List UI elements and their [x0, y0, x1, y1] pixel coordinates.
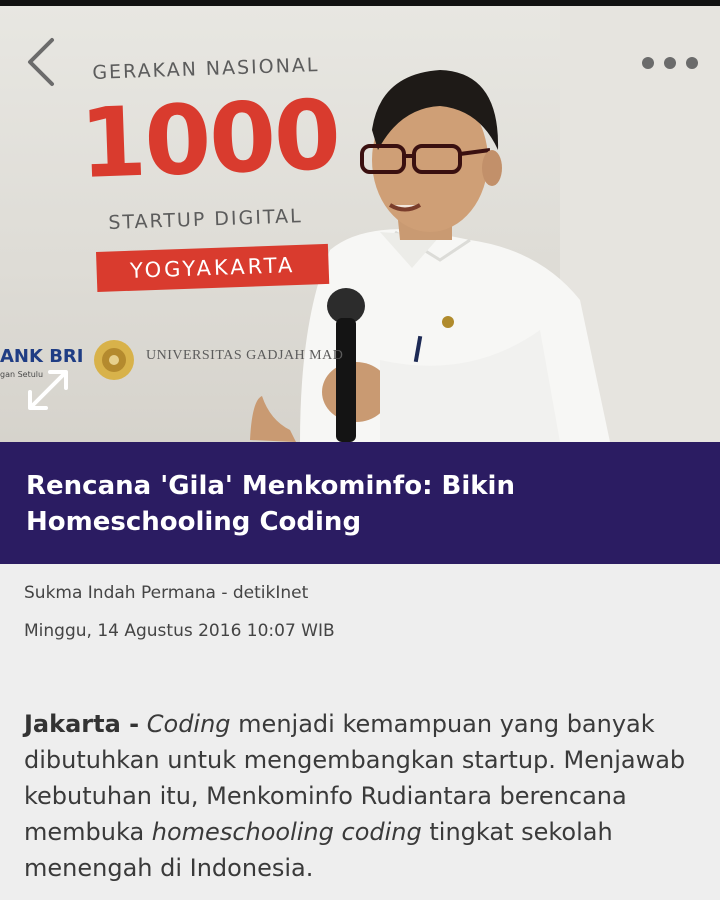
- banner-city: YOGYAKARTA: [129, 253, 296, 283]
- banner-number: 1000: [77, 78, 341, 200]
- status-strip: [0, 0, 720, 6]
- more-menu-button[interactable]: [636, 48, 708, 78]
- article-date: Minggu, 14 Agustus 2016 10:07 WIB: [24, 621, 335, 641]
- article-emphasis-coding: Coding: [146, 710, 231, 738]
- article-emphasis-homeschooling: homeschooling coding: [151, 818, 422, 846]
- article-location: Jakarta -: [24, 710, 140, 738]
- chevron-left-icon: [28, 38, 54, 86]
- back-button[interactable]: [20, 34, 66, 90]
- banner-city-box: YOGYAKARTA: [96, 243, 330, 292]
- more-horizontal-icon: [642, 57, 698, 69]
- article-byline: Sukma Indah Permana - detikInet: [24, 583, 309, 603]
- hero-image: GERAKAN NASIONAL 1000 STARTUP DIGITAL YO…: [0, 0, 720, 442]
- article-title: Rencana 'Gila' Menkominfo: Bikin Homesch…: [26, 471, 515, 537]
- article-lead: Jakarta - Coding menjadi kemampuan yang …: [24, 706, 700, 886]
- expand-image-button[interactable]: [22, 364, 74, 416]
- expand-icon: [28, 370, 68, 410]
- sponsor-university: UNIVERSITAS GADJAH MAD: [146, 348, 344, 363]
